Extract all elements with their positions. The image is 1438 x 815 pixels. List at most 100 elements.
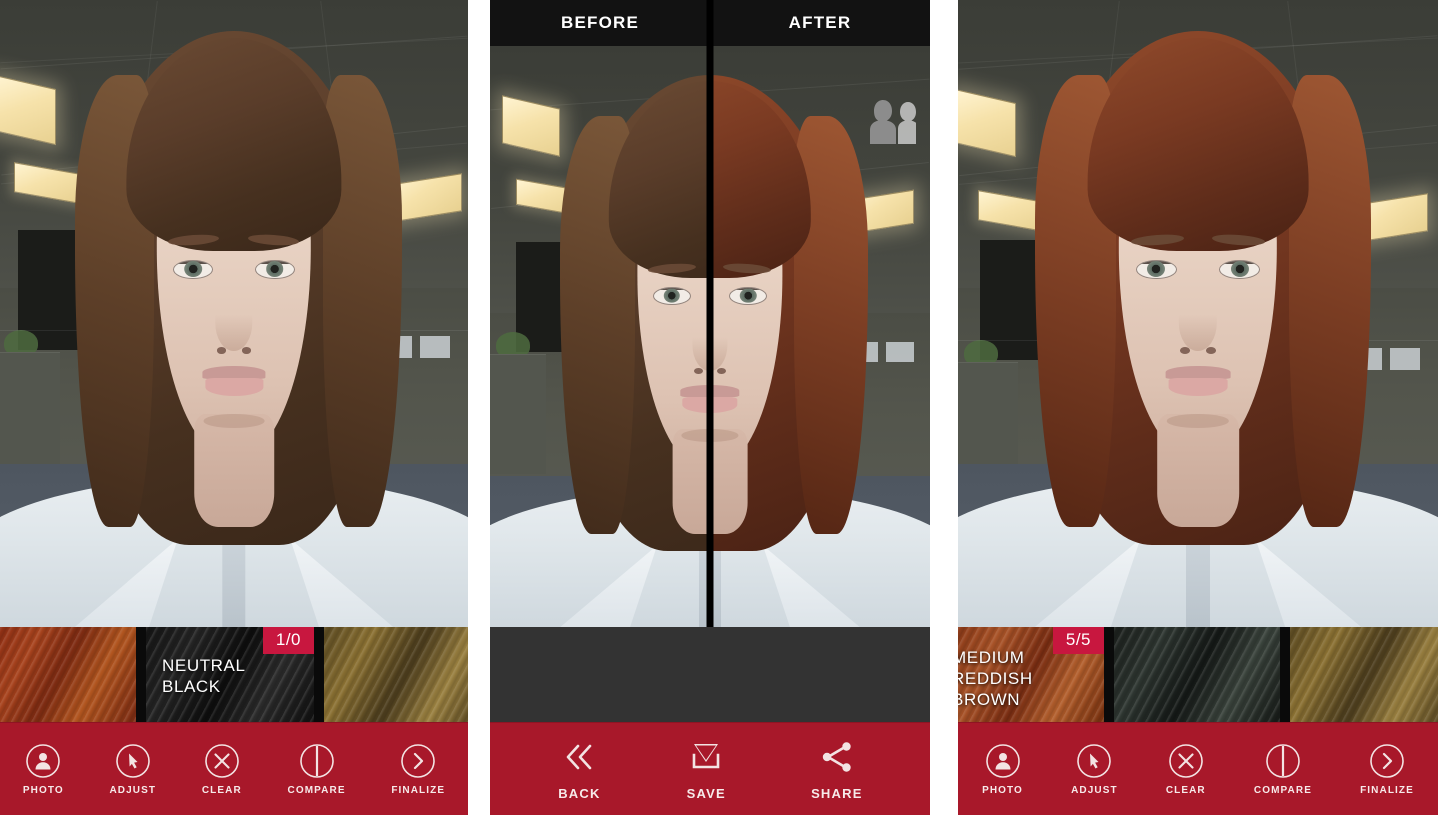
swatch-item[interactable] [324,627,468,722]
before-image [490,46,710,627]
before-after-split-handle[interactable] [707,46,714,627]
swatch-badge: 1/0 [263,627,314,654]
compare-button[interactable]: COMPARE [1254,743,1312,796]
swatch-item[interactable] [1290,627,1438,722]
eye-right [729,287,767,305]
clear-button[interactable]: CLEAR [1166,743,1206,796]
two-faces-icon[interactable] [860,98,916,144]
upper-lip [1166,366,1231,379]
swatch-item[interactable] [0,627,136,722]
chin-shadow [1167,414,1229,428]
swatch-divider [1104,627,1114,722]
panel-gap [930,0,958,815]
swatch-area-placeholder [490,627,930,722]
iris [1231,261,1249,277]
color-swatch-carousel-left[interactable]: 1/0 NEUTRAL BLACK [0,627,468,722]
photo-button[interactable]: PHOTO [982,743,1023,796]
panel-gap [468,0,490,815]
chevron-right-icon [1369,743,1405,779]
lips [1166,366,1231,395]
chin-shadow [204,414,265,428]
hair-front [609,81,710,279]
bottom-toolbar-left: PHOTO ADJUST CLEAR [0,722,468,815]
photo-person-icon [25,743,61,779]
photo-button-label: PHOTO [23,785,64,796]
iris [1147,261,1165,277]
eye-left [653,287,691,305]
photo-stage-left[interactable] [0,0,468,627]
neck [710,429,747,534]
chevron-right-icon [400,743,436,779]
neck [1157,414,1239,527]
iris [740,288,756,303]
photo-button[interactable]: PHOTO [23,743,64,796]
photo-stage-right[interactable] [958,0,1438,627]
compare-button-label: COMPARE [288,785,346,796]
back-button-label: BACK [558,786,600,801]
finalize-button[interactable]: FINALIZE [1360,743,1414,796]
share-button[interactable]: SHARE [811,737,863,801]
split-circle-icon [299,743,335,779]
header-divider [707,0,714,46]
color-swatch-carousel-right[interactable]: 5/5 MEDIUM REDDISH BROWN [958,627,1438,722]
eye-right [1219,260,1260,279]
save-button[interactable]: SAVE [684,737,728,801]
adjust-button[interactable]: ADJUST [109,743,156,796]
eye-right [255,260,295,279]
compare-button-label: COMPARE [1254,785,1312,796]
clear-button[interactable]: CLEAR [202,743,242,796]
upper-lip [202,366,265,379]
clear-button-label: CLEAR [1166,785,1206,796]
after-label: AFTER [710,13,930,33]
lips [710,385,740,412]
adjust-button-label: ADJUST [1071,785,1118,796]
neck [673,429,710,534]
app-root: 1/0 NEUTRAL BLACK PHOTO [0,0,1438,815]
finalize-button-label: FINALIZE [1360,785,1414,796]
eye-left [173,260,213,279]
swatch-texture [1114,627,1280,722]
person-photo-before [490,46,710,627]
photo-button-label: PHOTO [982,785,1023,796]
before-half [490,46,710,627]
bottom-toolbar-right: PHOTO ADJUST CLEAR [958,722,1438,815]
swatch-item[interactable] [1114,627,1280,722]
double-chevron-left-icon [557,737,601,777]
adjust-button-label: ADJUST [109,785,156,796]
back-button[interactable]: BACK [557,737,601,801]
iris [266,261,284,277]
swatch-badge: 5/5 [1053,627,1104,654]
swatch-divider [1280,627,1290,722]
colored-photo-screen: 5/5 MEDIUM REDDISH BROWN PHOTO [958,0,1438,815]
swatch-texture [0,627,136,722]
lower-lip [205,378,263,396]
finalize-button[interactable]: FINALIZE [391,743,445,796]
swatch-name: NEUTRAL BLACK [162,655,246,697]
lower-lip [1168,378,1228,396]
swatch-texture [1290,627,1438,722]
photo-stage-compare[interactable] [490,46,930,627]
save-button-label: SAVE [687,786,726,801]
adjust-button[interactable]: ADJUST [1071,743,1118,796]
share-button-label: SHARE [811,786,863,801]
original-photo-screen: 1/0 NEUTRAL BLACK PHOTO [0,0,468,815]
person-photo [958,0,1438,627]
close-x-icon [1168,743,1204,779]
neck [194,414,274,527]
finalize-button-label: FINALIZE [391,785,445,796]
lips [202,366,265,395]
compare-button[interactable]: COMPARE [288,743,346,796]
swatch-item-selected[interactable]: 5/5 MEDIUM REDDISH BROWN [958,627,1104,722]
iris [184,261,202,277]
lower-lip [710,397,737,414]
swatch-name: MEDIUM REDDISH BROWN [958,647,1033,710]
clear-button-label: CLEAR [202,785,242,796]
split-circle-icon [1265,743,1301,779]
save-download-icon [684,737,728,777]
swatch-texture [324,627,468,722]
close-x-icon [204,743,240,779]
share-nodes-icon [815,737,859,777]
swatch-item-selected[interactable]: 1/0 NEUTRAL BLACK [146,627,314,722]
before-label: BEFORE [490,13,710,33]
pointing-hand-icon [1076,743,1112,779]
